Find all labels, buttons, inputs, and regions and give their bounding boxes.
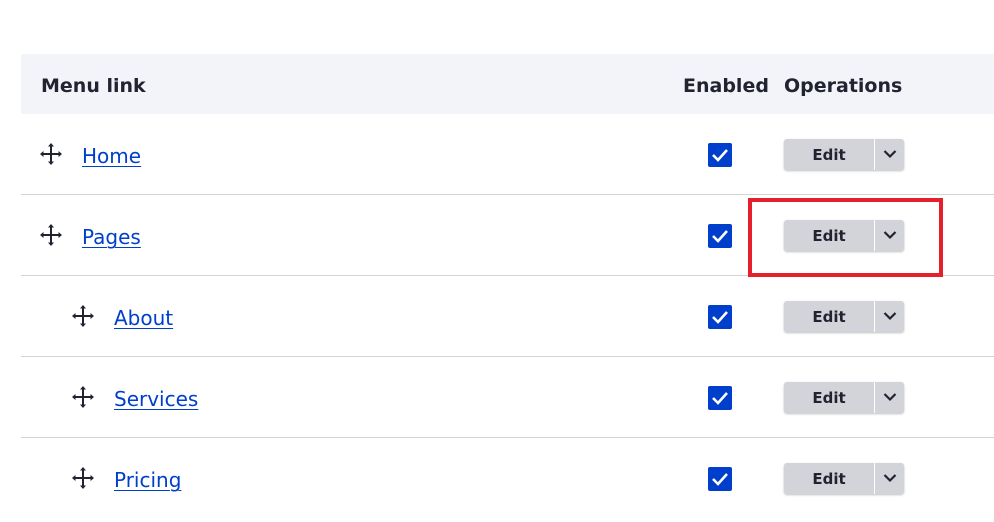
column-header-operations: Operations bbox=[784, 75, 903, 97]
checkmark-icon bbox=[712, 311, 728, 324]
menu-link-pages[interactable]: Pages bbox=[82, 195, 141, 276]
table-header: Menu link Enabled Operations bbox=[21, 54, 994, 114]
menu-link-home[interactable]: Home bbox=[82, 114, 141, 195]
edit-button[interactable]: Edit bbox=[784, 301, 874, 332]
checkmark-icon bbox=[712, 149, 728, 162]
operations-dropbutton: Edit bbox=[784, 463, 904, 494]
checkmark-icon bbox=[712, 473, 728, 486]
chevron-down-icon bbox=[883, 474, 897, 483]
menu-link-about[interactable]: About bbox=[114, 276, 173, 357]
chevron-down-icon bbox=[883, 393, 897, 402]
operations-dropbutton: Edit bbox=[784, 139, 904, 170]
menu-link-pricing[interactable]: Pricing bbox=[114, 438, 181, 519]
highlight-box bbox=[748, 198, 943, 277]
edit-button[interactable]: Edit bbox=[784, 382, 874, 413]
dropbutton-toggle[interactable] bbox=[875, 301, 904, 332]
chevron-down-icon bbox=[883, 150, 897, 159]
dropbutton-toggle[interactable] bbox=[875, 463, 904, 494]
edit-button[interactable]: Edit bbox=[784, 139, 874, 170]
move-arrows-icon[interactable] bbox=[39, 142, 63, 166]
enabled-checkbox[interactable] bbox=[708, 305, 732, 329]
table-row: Pricing Edit bbox=[21, 438, 994, 519]
edit-button[interactable]: Edit bbox=[784, 463, 874, 494]
enabled-checkbox[interactable] bbox=[708, 467, 732, 491]
menu-link-services[interactable]: Services bbox=[114, 357, 198, 438]
move-arrows-icon[interactable] bbox=[71, 466, 95, 490]
table-row: Services Edit bbox=[21, 357, 994, 438]
checkmark-icon bbox=[712, 392, 728, 405]
enabled-checkbox[interactable] bbox=[708, 224, 732, 248]
table-row: Home Edit bbox=[21, 114, 994, 195]
enabled-checkbox[interactable] bbox=[708, 143, 732, 167]
menu-links-table: Menu link Enabled Operations Home Edit P… bbox=[21, 54, 994, 519]
enabled-checkbox[interactable] bbox=[708, 386, 732, 410]
checkmark-icon bbox=[712, 230, 728, 243]
column-header-enabled: Enabled bbox=[683, 75, 769, 97]
dropbutton-toggle[interactable] bbox=[875, 139, 904, 170]
move-arrows-icon[interactable] bbox=[39, 223, 63, 247]
move-arrows-icon[interactable] bbox=[71, 385, 95, 409]
table-row: About Edit bbox=[21, 276, 994, 357]
column-header-menu-link: Menu link bbox=[41, 75, 146, 97]
operations-dropbutton: Edit bbox=[784, 301, 904, 332]
operations-dropbutton: Edit bbox=[784, 382, 904, 413]
chevron-down-icon bbox=[883, 312, 897, 321]
move-arrows-icon[interactable] bbox=[71, 304, 95, 328]
dropbutton-toggle[interactable] bbox=[875, 382, 904, 413]
